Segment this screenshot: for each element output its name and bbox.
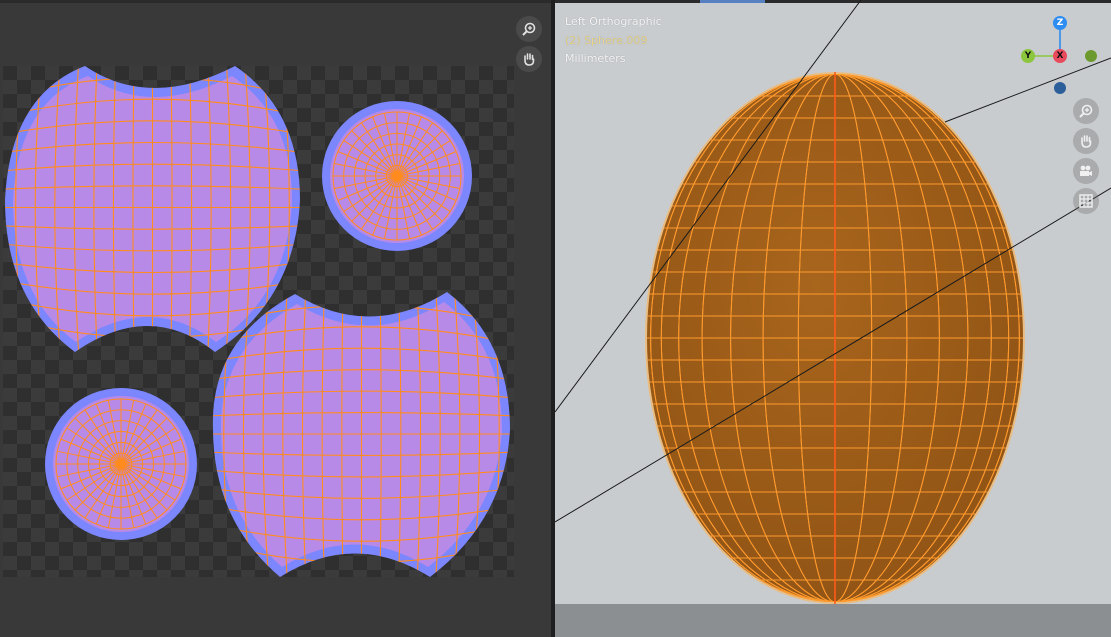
hand-icon — [1081, 135, 1092, 148]
viewport-object-label: (2) Sphere.009 — [565, 34, 648, 47]
uv-pan-button[interactable] — [516, 46, 542, 72]
uv-island-cap-bottom[interactable] — [45, 388, 197, 540]
uv-zoom-button[interactable] — [516, 16, 542, 42]
gizmo-y-axis[interactable]: Y — [1021, 49, 1035, 63]
navigation-gizmo[interactable]: Z Y X — [1015, 10, 1111, 100]
zoom-icon — [1079, 104, 1093, 118]
gizmo-x-axis[interactable]: X — [1053, 49, 1067, 63]
viewport-camera-button[interactable] — [1073, 158, 1099, 184]
camera-icon — [1080, 165, 1092, 176]
gizmo-neg-z-axis[interactable] — [1054, 82, 1066, 94]
viewport-units-label: Millimeters — [565, 52, 626, 65]
sphere-object[interactable] — [645, 72, 1025, 604]
uv-island-cap-top[interactable] — [322, 101, 472, 251]
gizmo-neg-y-axis[interactable] — [1085, 50, 1097, 62]
3d-viewport[interactable]: Left Orthographic (2) Sphere.009 Millime… — [555, 0, 1111, 637]
viewport-pan-button[interactable] — [1073, 128, 1099, 154]
uv-canvas[interactable] — [0, 0, 551, 637]
hand-icon — [524, 53, 535, 66]
zoom-icon — [522, 22, 536, 36]
grid-icon — [1079, 194, 1093, 208]
viewport-zoom-button[interactable] — [1073, 98, 1099, 124]
gizmo-z-axis[interactable]: Z — [1053, 16, 1067, 30]
viewport-grid-button[interactable] — [1073, 188, 1099, 214]
viewport-view-label: Left Orthographic — [565, 15, 662, 28]
uv-editor-panel[interactable] — [0, 0, 551, 637]
viewport-bottom-bar — [555, 604, 1111, 637]
